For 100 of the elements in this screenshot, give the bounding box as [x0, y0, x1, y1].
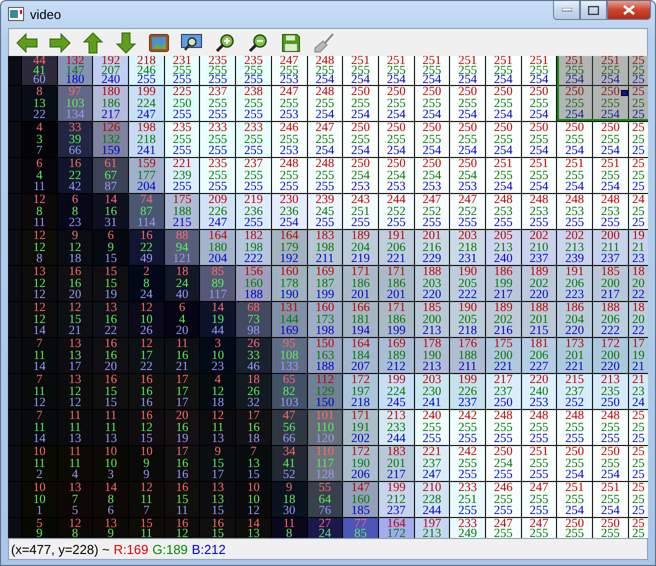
- pixel-value: 73: [247, 314, 260, 326]
- pixel-value: 251: [530, 56, 548, 66]
- pixel-value: 235: [244, 56, 263, 66]
- pixel-value: 18: [212, 397, 224, 409]
- pixel-value: 217: [494, 374, 513, 386]
- pixel-value: 247: [494, 518, 513, 528]
- pixel-value: 23: [68, 217, 82, 229]
- pixel-value: 247: [208, 217, 228, 229]
- pixel-value: 185: [351, 505, 370, 517]
- pixel-value: 180: [101, 86, 120, 98]
- pixel-value: 255: [600, 528, 620, 538]
- pixel-value: 17: [176, 386, 188, 398]
- pixel-value: 160: [315, 302, 334, 314]
- pixel-value: 12: [33, 397, 46, 409]
- pixel-value: 21: [632, 242, 645, 254]
- close-button[interactable]: [607, 1, 651, 20]
- window-title: video: [30, 7, 62, 23]
- pixel-value: 20: [68, 289, 82, 301]
- pixel-value: 213: [386, 410, 406, 422]
- pixel-value: 255: [494, 528, 513, 538]
- pixel-value: 255: [351, 217, 370, 229]
- pixel-value: 199: [386, 374, 406, 386]
- pixel-value: 254: [530, 75, 548, 85]
- pixel-value: 47: [282, 410, 296, 422]
- pixel-value: 253: [458, 181, 477, 193]
- pixel-value: 254: [600, 75, 620, 85]
- pixel-value: 216: [422, 242, 442, 254]
- pixel-value: 25: [632, 206, 645, 218]
- pixel-value: 215: [530, 325, 548, 337]
- pixel-value: 255: [458, 66, 477, 76]
- pixel-value: 255: [600, 433, 620, 445]
- pixel-value: 204: [137, 181, 156, 193]
- pixel-value: 235: [172, 122, 192, 134]
- pixel-value: 19: [212, 314, 224, 326]
- pixel-value: 178: [280, 278, 299, 290]
- pixel-value: 16: [247, 422, 260, 434]
- pixel-value: 251: [494, 56, 513, 66]
- pixel-value: 12: [68, 386, 82, 398]
- pixel-value: 16: [176, 350, 188, 362]
- pixel-value: 189: [351, 230, 370, 242]
- pixel-value: 15: [68, 314, 82, 326]
- pixel-value: 171: [351, 410, 370, 422]
- maximize-button[interactable]: [580, 1, 607, 20]
- pixel-value: 255: [458, 217, 477, 229]
- pixel-value: 31: [104, 217, 117, 229]
- pixel-value: 255: [422, 433, 442, 445]
- pixel-value: 20: [632, 314, 645, 326]
- pixel-value: 251: [351, 56, 370, 66]
- pixel-value: 250: [351, 86, 370, 98]
- pixel-value: 255: [600, 458, 620, 470]
- pixel-value: 201: [351, 289, 370, 301]
- pixel-value: 250: [422, 122, 442, 134]
- pixel-value: 255: [315, 170, 334, 182]
- pixel-value: 213: [494, 242, 513, 254]
- pixel-value: 221: [565, 361, 584, 373]
- pixel-value: 216: [494, 325, 513, 337]
- maximize-icon: [588, 6, 599, 14]
- pixel-value: 255: [137, 75, 156, 85]
- pixel-value: 101: [315, 410, 334, 422]
- pixel-value: 243: [351, 194, 370, 206]
- pixel-value: 250: [600, 397, 620, 409]
- pixel-value: 221: [172, 158, 192, 170]
- pixel-value: 12: [212, 386, 224, 398]
- pixel-value: 9: [108, 242, 114, 254]
- pixel-value: 248: [565, 410, 584, 422]
- pixel-value: 25: [632, 98, 645, 110]
- pixel-value: 16: [140, 410, 153, 422]
- pixel-value: 176: [458, 338, 477, 350]
- pixel-value: 108: [280, 350, 299, 362]
- pixel-value: 85: [212, 266, 224, 278]
- pixel-value: 230: [280, 194, 299, 206]
- pixel-value: 254: [386, 109, 406, 121]
- pixel-value: 186: [565, 302, 584, 314]
- pixel-value: 213: [600, 374, 620, 386]
- pixel-value: 166: [351, 302, 370, 314]
- pixel-value: 233: [244, 122, 263, 134]
- pixel-value: 220: [565, 325, 584, 337]
- minimize-button[interactable]: [553, 1, 580, 20]
- pixel-value: 199: [458, 374, 477, 386]
- pixel-value: 25: [632, 66, 645, 76]
- pixel-value: 181: [530, 338, 548, 350]
- pixel-value: 2: [36, 469, 42, 481]
- pixel-value: 21: [68, 325, 82, 337]
- pixel-value: 250: [600, 518, 620, 528]
- pixel-value: 160: [280, 266, 299, 278]
- pixel-value: 240: [101, 75, 120, 85]
- pixel-value: 2: [143, 266, 150, 278]
- pixel-value: 27: [318, 518, 332, 528]
- pixel-value: 190: [458, 302, 477, 314]
- pixel-value: 185: [600, 266, 620, 278]
- pixel-value: 221: [422, 446, 442, 458]
- pixel-value: 255: [530, 433, 548, 445]
- pixel-value: 255: [600, 134, 620, 146]
- pixel-value: 253: [565, 206, 584, 218]
- pixel-value: 255: [280, 66, 299, 76]
- pixel-value: 186: [101, 98, 120, 110]
- pixel-cell: [8, 446, 21, 481]
- pixel-value: 20: [176, 325, 188, 337]
- pixel-value: 255: [208, 75, 228, 85]
- pixel-value: 12: [33, 289, 46, 301]
